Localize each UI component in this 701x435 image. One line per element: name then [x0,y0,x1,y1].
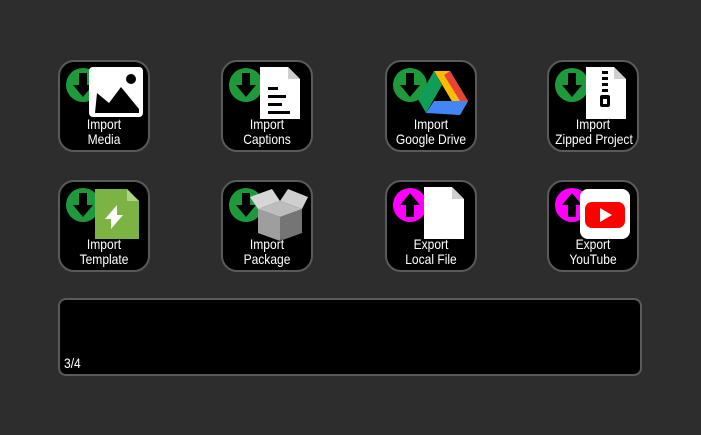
import-media-button[interactable]: Import Media [58,60,150,152]
image-icon [89,67,143,117]
tile-label-line2: Captions [243,131,291,147]
tile-label-line2: Media [87,131,121,147]
tile-label-line1: Import [86,116,122,132]
google-drive-icon [418,71,468,115]
blank-file-icon [424,187,464,239]
template-icon [95,189,139,239]
package-box-icon [250,189,308,241]
tile-label-line1: Export [413,236,449,252]
tile-label-line2: Google Drive [395,131,467,147]
youtube-icon [580,189,630,239]
import-google-drive-button[interactable]: Import Google Drive [385,60,477,152]
page-indicator: 3/4 [64,355,81,371]
import-package-button[interactable]: Import Package [221,180,313,272]
export-local-file-button[interactable]: Export Local File [385,180,477,272]
tile-label-line1: Import [86,236,122,252]
tile-label-line2: YouTube [569,251,617,267]
tile-label-line1: Import [249,116,285,132]
document-icon [260,67,300,119]
status-panel: 3/4 [58,298,642,376]
tile-label-line1: Import [249,236,285,252]
tile-label-line2: Local File [405,251,457,267]
import-captions-button[interactable]: Import Captions [221,60,313,152]
tile-label-line1: Import [575,116,611,132]
import-template-button[interactable]: Import Template [58,180,150,272]
tile-label-line1: Export [575,236,611,252]
export-youtube-button[interactable]: Export YouTube [547,180,639,272]
import-zipped-project-button[interactable]: Import Zipped Project [547,60,639,152]
tile-label-line1: Import [413,116,449,132]
tile-label-line2: Zipped Project [555,131,633,147]
tile-label-line2: Template [79,251,129,267]
zip-file-icon [586,67,626,119]
tile-label-line2: Package [243,251,291,267]
